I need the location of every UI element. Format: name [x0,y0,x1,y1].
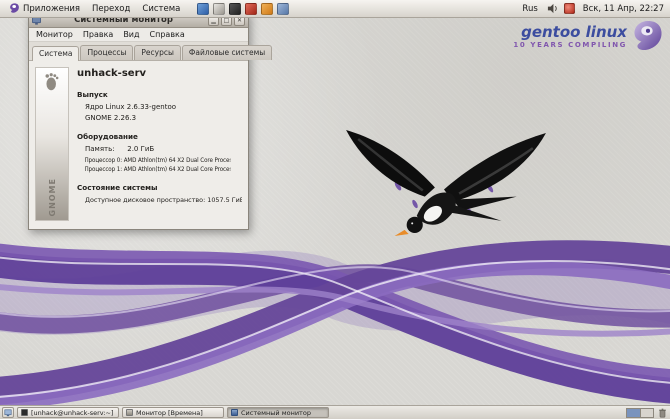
tab-system[interactable]: Система [32,46,80,61]
applications-menu[interactable]: Приложения [4,1,85,16]
menu-edit[interactable]: Правка [78,29,118,40]
workspace-switcher [626,407,654,418]
gentoo-logo-title: gentoo linux [521,23,627,42]
window-menubar: Монитор Правка Вид Справка [29,28,248,42]
bird-artwork [338,126,550,244]
update-notifier-icon[interactable] [563,3,575,14]
top-panel: Приложения Переход Система Rus Вск, 11 А… [0,0,670,18]
menu-help[interactable]: Справка [145,29,190,40]
hardware-label: Оборудование [77,132,138,142]
task-terminal[interactable]: [unhack@unhack-serv:~] [17,407,119,418]
show-desktop-icon [4,408,12,416]
task-system-monitor-label: Системный монитор [241,408,311,417]
tab-processes[interactable]: Процессы [80,45,134,60]
gnome-foot-icon [45,73,59,91]
hostname: unhack-serv [77,68,147,79]
trash-icon [659,408,666,417]
system-monitor-window: Системный монитор ▁ □ ✕ Монитор Правка В… [28,12,273,230]
bottom-panel: [unhack@unhack-serv:~] Монитор [Времена]… [0,405,670,419]
gentoo-swirl-icon [634,21,662,51]
places-menu-label: Переход [92,3,131,14]
release-label: Выпуск [77,90,108,99]
cpu0-name: Процессор 0: [84,156,123,164]
keyboard-layout-indicator[interactable]: Rus [519,3,540,15]
window-tabs: Система Процессы Ресурсы Файловые систем… [29,42,273,61]
package-manager-launcher-icon[interactable] [245,2,258,15]
cpu1-name: Процессор 1: [84,166,123,174]
terminal-launcher-icon[interactable] [229,2,242,15]
workspace-2[interactable] [640,408,653,417]
places-menu[interactable]: Переход [87,2,135,16]
gentoo-menu-icon [10,3,19,13]
task-monitor-window[interactable]: Монитор [Времена] [122,407,224,418]
tab-filesystems[interactable]: Файловые системы [181,45,273,60]
gnome-version-line: GNOME 2.26.3 [85,114,137,123]
show-desktop-button[interactable] [2,407,14,418]
gentoo-logo-text: gentoo linux 10 YEARS COMPILING [513,23,627,49]
terminal-task-icon [21,409,28,416]
gnome-side-banner: GNOME [35,67,69,221]
workspace-1[interactable] [627,408,640,417]
web-browser-launcher-icon[interactable] [197,2,210,15]
system-tab-content: GNOME unhack-serv Выпуск Ядро Linux 2.6.… [29,61,248,229]
system-menu-label: Система [142,3,181,14]
disk-name: Доступное дисковое пространство: [85,195,206,204]
disk-value: 1057.5 ГиБ [207,195,242,204]
status-section: Состояние системы Доступное дисковое про… [77,183,242,205]
trash-applet[interactable] [657,407,668,418]
wallpaper-gentoo-logo: gentoo linux 10 YEARS COMPILING [513,20,664,54]
gnome-banner-text: GNOME [47,177,57,217]
release-section: Выпуск Ядро Linux 2.6.33-gentoo GNOME 2.… [77,90,242,124]
panel-launchers [197,2,290,15]
help-launcher-icon[interactable] [277,2,290,15]
cpu0-value: AMD Athlon(tm) 64 X2 Dual Core Processor… [123,156,231,164]
media-player-launcher-icon[interactable] [261,2,274,15]
task-terminal-label: [unhack@unhack-serv:~] [31,408,114,417]
applications-menu-label: Приложения [23,3,81,14]
file-manager-launcher-icon[interactable] [213,2,226,15]
memory-name: Память: [85,145,115,154]
cpu1-row: Процессор 1: AMD Athlon(tm) 64 X2 Dual C… [77,165,230,175]
tab-resources[interactable]: Ресурсы [134,45,181,60]
system-menu[interactable]: Система [137,2,185,16]
task-monitor-window-label: Монитор [Времена] [136,408,203,417]
memory-row: Память: 2.0 ГиБ [77,144,242,155]
memory-value: 2.0 ГиБ [127,145,155,154]
disk-row: Доступное дисковое пространство: 1057.5 … [77,195,242,205]
kernel-line: Ядро Linux 2.6.33-gentoo [85,103,177,111]
cpu0-row: Процессор 0: AMD Athlon(tm) 64 X2 Dual C… [77,156,230,166]
menu-monitor[interactable]: Монитор [31,29,78,40]
status-label: Состояние системы [77,182,158,192]
panel-right: Rus Вск, 11 Апр, 22:27 [519,3,666,15]
generic-task-icon [126,409,133,416]
task-system-monitor[interactable]: Системный монитор [227,407,329,418]
gentoo-logo-tagline: 10 YEARS COMPILING [513,40,627,49]
system-monitor-task-icon [231,409,238,416]
cpu1-value: AMD Athlon(tm) 64 X2 Dual Core Processor… [123,166,231,174]
hardware-section: Оборудование Память: 2.0 ГиБ Процессор 0… [77,132,242,174]
panel-clock[interactable]: Вск, 11 Апр, 22:27 [581,4,666,14]
system-info: unhack-serv Выпуск Ядро Linux 2.6.33-gen… [77,67,242,221]
menu-view[interactable]: Вид [118,29,144,40]
volume-icon[interactable] [547,3,558,14]
